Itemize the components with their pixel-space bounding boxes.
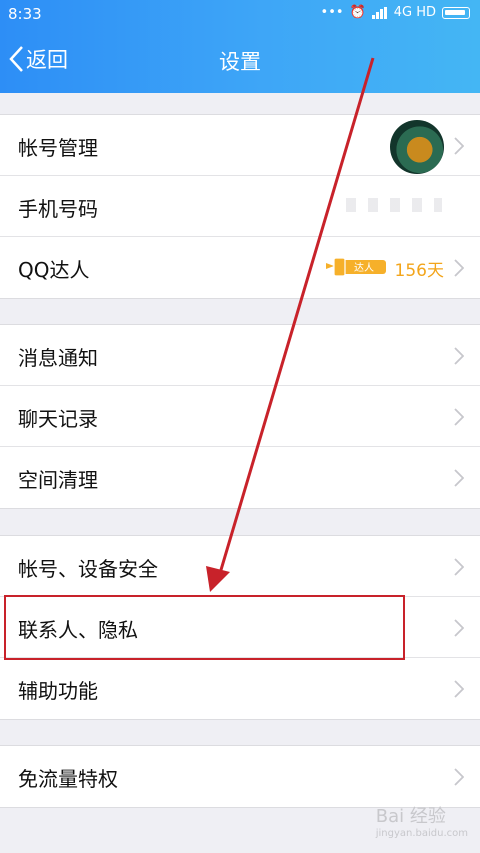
avatar <box>390 120 444 174</box>
chevron-right-icon <box>454 768 464 786</box>
chevron-right-icon <box>454 469 464 487</box>
row-space-cleanup[interactable]: 空间清理 <box>0 447 480 508</box>
settings-group-account: 帐号管理 手机号码 QQ达人 达人 156天 <box>0 114 480 299</box>
page-title: 设置 <box>219 50 261 74</box>
daren-badge-icon: 达人 <box>326 257 386 277</box>
watermark-sub: jingyan.baidu.com <box>375 828 468 839</box>
row-label: 空间清理 <box>18 468 98 492</box>
row-phone-number[interactable]: 手机号码 <box>0 176 480 237</box>
chevron-right-icon <box>454 680 464 698</box>
row-label: 手机号码 <box>18 197 98 221</box>
row-label: 消息通知 <box>18 346 98 370</box>
row-message-notification[interactable]: 消息通知 <box>0 325 480 386</box>
more-dots-icon: ••• <box>320 5 344 20</box>
signal-icon <box>371 6 388 19</box>
chevron-right-icon <box>454 558 464 576</box>
watermark-text: Bai 经验 <box>375 806 446 827</box>
row-label: 聊天记录 <box>18 407 98 431</box>
status-bar: 8:33 ••• ⏰ 4G HD <box>0 0 480 30</box>
row-accessibility[interactable]: 辅助功能 <box>0 658 480 719</box>
chevron-right-icon <box>454 137 464 155</box>
row-chat-history[interactable]: 聊天记录 <box>0 386 480 447</box>
status-icons: ••• ⏰ 4G HD <box>321 5 470 20</box>
row-account-device-security[interactable]: 帐号、设备安全 <box>0 536 480 597</box>
chevron-right-icon <box>454 408 464 426</box>
watermark: Bai 经验 jingyan.baidu.com <box>376 802 468 839</box>
network-label: 4G HD <box>393 5 436 20</box>
status-time: 8:33 <box>8 5 42 23</box>
phone-number-mask <box>346 198 442 212</box>
row-account-management[interactable]: 帐号管理 <box>0 115 480 176</box>
row-label: 辅助功能 <box>18 679 98 703</box>
header: 8:33 ••• ⏰ 4G HD 返回 设置 <box>0 0 480 93</box>
row-label: QQ达人 <box>18 258 90 282</box>
row-label: 免流量特权 <box>18 767 118 791</box>
battery-icon <box>442 6 470 19</box>
nav-bar: 返回 设置 <box>0 36 480 86</box>
row-free-data-privilege[interactable]: 免流量特权 <box>0 746 480 807</box>
chevron-right-icon <box>454 259 464 277</box>
row-label: 帐号、设备安全 <box>18 557 158 581</box>
daren-days: 156天 <box>394 261 444 281</box>
chevron-right-icon <box>454 619 464 637</box>
settings-group-privileges: 免流量特权 <box>0 745 480 808</box>
row-qq-daren[interactable]: QQ达人 达人 156天 <box>0 237 480 298</box>
chevron-right-icon <box>454 347 464 365</box>
row-label: 帐号管理 <box>18 136 98 160</box>
daren-badge-text: 达人 <box>354 262 374 274</box>
settings-group-messages: 消息通知 聊天记录 空间清理 <box>0 324 480 509</box>
alarm-icon: ⏰ <box>349 5 366 20</box>
highlight-box <box>4 595 405 660</box>
